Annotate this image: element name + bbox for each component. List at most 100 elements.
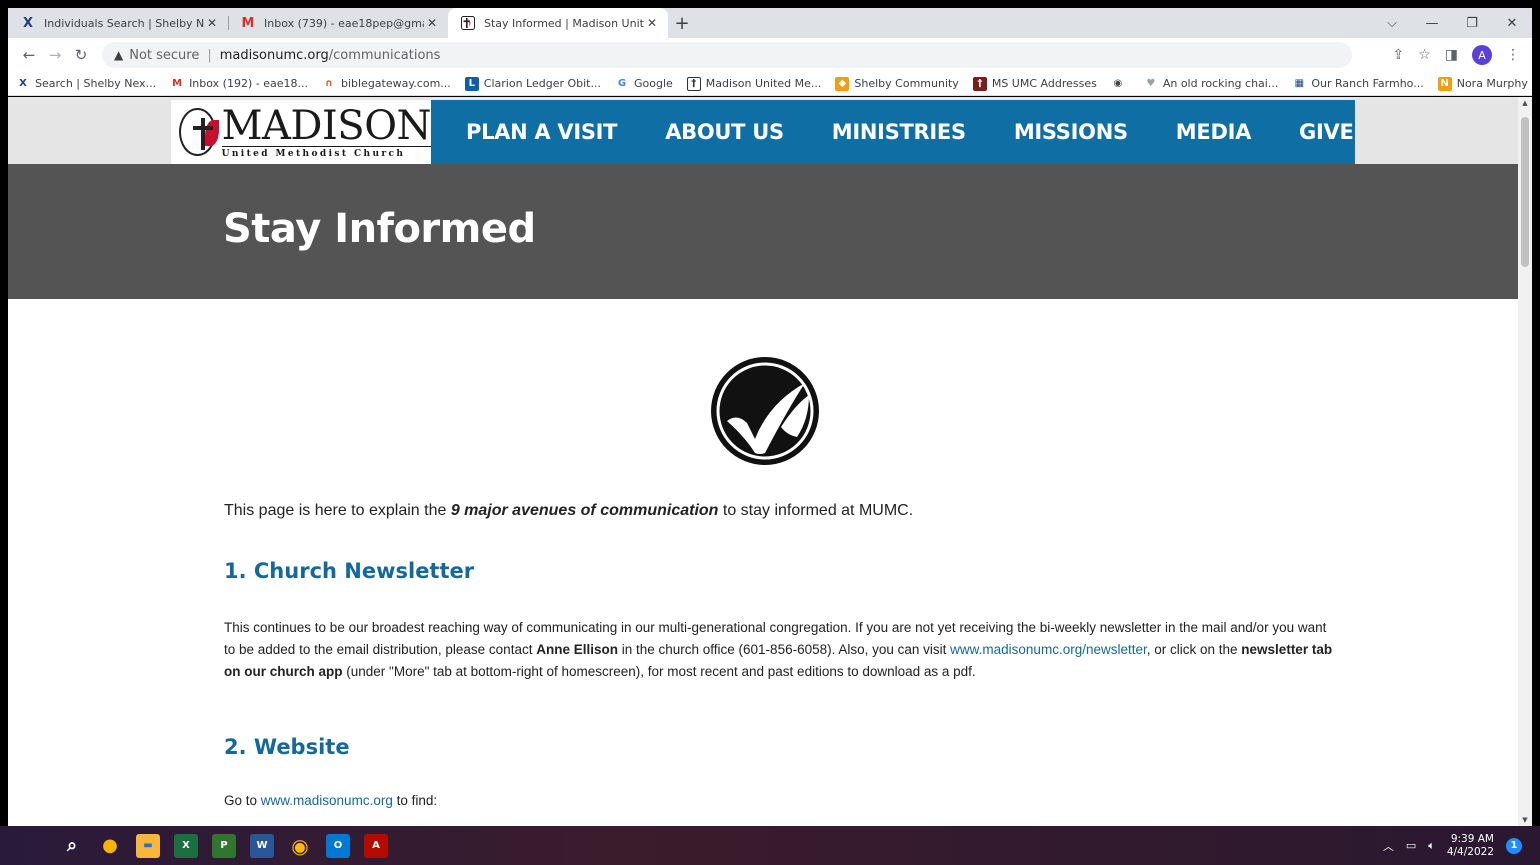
bookmark-label: Google bbox=[634, 77, 673, 90]
bookmark-shelby-search[interactable]: X Search | Shelby Nex... bbox=[16, 77, 156, 91]
nav-ministries[interactable]: MINISTRIES bbox=[832, 120, 966, 144]
taskbar: ⌕ ● ▬ X P W ◉ O A ︿ ▭ 🔈︎ 9:39 AM 4/4/202… bbox=[0, 826, 1540, 865]
bookmark-clarion-ledger[interactable]: L Clarion Ledger Obit... bbox=[464, 76, 601, 91]
menu-kebab-icon[interactable]: ⋮ bbox=[1506, 47, 1520, 63]
windows-start-icon[interactable] bbox=[24, 835, 46, 857]
forward-arrow-icon[interactable]: → bbox=[42, 46, 68, 64]
bookmark-nora-murphy[interactable]: N Nora Murphy Coun... bbox=[1437, 76, 1532, 91]
website-link[interactable]: www.madisonumc.org bbox=[261, 793, 393, 808]
bookmark-globe[interactable]: ◉ bbox=[1111, 77, 1130, 91]
newsletter-link[interactable]: www.madisonumc.org/newsletter bbox=[950, 642, 1147, 657]
bookmark-label: Nora Murphy Coun... bbox=[1456, 77, 1532, 90]
bookmarks-bar: X Search | Shelby Nex... M Inbox (192) - e… bbox=[8, 72, 1532, 96]
contact-name: Anne Ellison bbox=[536, 642, 618, 657]
bookmark-ms-umc-addresses[interactable]: † MS UMC Addresses bbox=[972, 76, 1097, 91]
bookmark-label: Inbox (192) - eae18... bbox=[189, 77, 308, 90]
newsletter-paragraph: This continues to be our broadest reachi… bbox=[224, 617, 1334, 683]
bookmark-label: biblegateway.com... bbox=[340, 77, 451, 90]
church-logo[interactable]: MADISON United Methodist Church bbox=[171, 100, 432, 164]
intro-after: to stay informed at MUMC. bbox=[718, 502, 914, 519]
notification-badge[interactable]: 1 bbox=[1506, 837, 1522, 854]
file-explorer-icon[interactable]: ▬ bbox=[136, 833, 160, 858]
umc-cross-flame-icon bbox=[179, 108, 219, 156]
intro-before: This page is here to explain the bbox=[224, 502, 451, 519]
close-tab-icon[interactable]: ✕ bbox=[204, 16, 220, 30]
side-panel-icon[interactable]: ◨ bbox=[1445, 47, 1458, 63]
text: , or click on the bbox=[1146, 642, 1242, 657]
clock[interactable]: 9:39 AM 4/4/2022 bbox=[1447, 833, 1494, 859]
page-viewport: MADISON United Methodist Church PLAN A V… bbox=[8, 97, 1532, 826]
display-icon[interactable]: ▭ bbox=[1406, 839, 1416, 852]
bookmark-star-icon[interactable]: ☆ bbox=[1418, 47, 1431, 63]
word-icon[interactable]: W bbox=[250, 833, 274, 858]
tab-shelby-search[interactable]: X Individuals Search | Shelby Next ✕ bbox=[8, 8, 228, 38]
website-paragraph: Go to www.madisonumc.org to find: bbox=[224, 793, 437, 808]
search-icon[interactable]: ⌕ bbox=[60, 834, 84, 858]
back-arrow-icon[interactable]: ← bbox=[16, 46, 42, 64]
divider: | bbox=[207, 47, 212, 63]
volume-icon[interactable]: 🔈︎ bbox=[1428, 839, 1435, 853]
acrobat-icon[interactable]: A bbox=[364, 833, 388, 858]
bookmark-label: An old rocking chai... bbox=[1162, 77, 1279, 90]
profile-avatar[interactable]: A bbox=[1472, 45, 1492, 65]
share-icon[interactable]: ⇪ bbox=[1392, 47, 1404, 63]
bookmark-rocking-chair[interactable]: ♥ An old rocking chai... bbox=[1144, 77, 1279, 91]
minimize-icon[interactable]: — bbox=[1412, 8, 1452, 38]
chrome-canary-icon[interactable]: ● bbox=[98, 834, 122, 858]
bookmark-google[interactable]: G Google bbox=[615, 77, 673, 91]
grid-icon: ▦ bbox=[1294, 78, 1305, 89]
close-tab-icon[interactable]: ✕ bbox=[644, 16, 660, 30]
nav-missions[interactable]: MISSIONS bbox=[1014, 120, 1128, 144]
scroll-up-icon[interactable]: ▲ bbox=[1518, 99, 1532, 107]
window-controls: ⌵ — ❐ ✕ bbox=[1372, 8, 1532, 38]
excel-icon[interactable]: X bbox=[174, 833, 198, 858]
close-window-icon[interactable]: ✕ bbox=[1492, 8, 1532, 38]
tab-stay-informed[interactable]: Stay Informed | Madison United Methodist… bbox=[448, 8, 668, 38]
globe-icon: ◉ bbox=[1113, 78, 1123, 89]
system-tray: ︿ ▭ 🔈︎ 9:39 AM 4/4/2022 1 bbox=[1383, 826, 1522, 865]
bookmark-label: Madison United Me... bbox=[705, 77, 822, 90]
ms-umc-icon: † bbox=[972, 76, 987, 91]
reload-icon[interactable]: ↻ bbox=[68, 46, 94, 64]
toolbar-icons: ⇪ ☆ ◨ A ⋮ bbox=[1392, 45, 1524, 65]
umc-cross-flame-icon: † bbox=[686, 76, 701, 91]
tab-strip: X Individuals Search | Shelby Next ✕ M I… bbox=[8, 8, 1532, 38]
logo-wordmark: MADISON United Methodist Church bbox=[221, 106, 432, 159]
text: (under "More" tab at bottom-right of hom… bbox=[342, 664, 976, 679]
tab-title: Individuals Search | Shelby Next bbox=[44, 16, 204, 30]
page-scrollbar[interactable]: ▲ ▼ bbox=[1518, 97, 1532, 826]
warning-triangle-icon[interactable]: ▲ bbox=[114, 48, 123, 62]
nav-media[interactable]: MEDIA bbox=[1176, 120, 1252, 144]
outlook-icon[interactable]: O bbox=[326, 833, 350, 858]
chevron-up-icon[interactable]: ︿ bbox=[1383, 838, 1394, 854]
google-icon: G bbox=[617, 78, 627, 89]
address-bar[interactable]: ▲ Not secure | madisonumc.org/communicat… bbox=[102, 42, 1352, 68]
bookmark-gmail-inbox[interactable]: M Inbox (192) - eae18... bbox=[170, 77, 308, 91]
nav-give[interactable]: GIVE bbox=[1299, 120, 1354, 144]
gmail-icon: M bbox=[241, 15, 255, 31]
nav-plan-a-visit[interactable]: PLAN A VISIT bbox=[466, 120, 618, 144]
chrome-icon[interactable]: ◉ bbox=[288, 834, 312, 858]
url-path: /communications bbox=[328, 47, 441, 63]
intro-emphasis: 9 major avenues of communication bbox=[450, 502, 719, 519]
tab-search-icon[interactable]: ⌵ bbox=[1372, 8, 1412, 38]
text: to find: bbox=[392, 793, 438, 808]
close-tab-icon[interactable]: ✕ bbox=[424, 16, 440, 30]
nav-about-us[interactable]: ABOUT US bbox=[665, 120, 784, 144]
security-status[interactable]: Not secure bbox=[129, 48, 199, 63]
page-title: Stay Informed bbox=[223, 206, 536, 252]
heart-icon: ♥ bbox=[1146, 78, 1156, 89]
scroll-down-icon[interactable]: ▼ bbox=[1518, 816, 1532, 824]
scroll-thumb[interactable] bbox=[1521, 117, 1529, 267]
bookmark-shelby-community[interactable]: ◆ Shelby Community bbox=[835, 76, 959, 91]
new-tab-button[interactable]: + bbox=[668, 8, 696, 38]
heading-website: 2. Website bbox=[224, 735, 350, 759]
tab-gmail-inbox[interactable]: M Inbox (739) - eae18pep@gmail.com ✕ bbox=[228, 8, 448, 38]
bookmark-ranch-farmhouse[interactable]: ▦ Our Ranch Farmho... bbox=[1292, 77, 1424, 91]
restore-icon[interactable]: ❐ bbox=[1452, 8, 1492, 38]
bookmark-madison-umc[interactable]: † Madison United Me... bbox=[686, 76, 822, 91]
bookmark-biblegateway[interactable]: ∩ biblegateway.com... bbox=[322, 77, 451, 91]
project-icon[interactable]: P bbox=[212, 833, 236, 858]
clarion-ledger-icon: L bbox=[464, 76, 479, 91]
bookmark-label: MS UMC Addresses bbox=[991, 77, 1097, 90]
